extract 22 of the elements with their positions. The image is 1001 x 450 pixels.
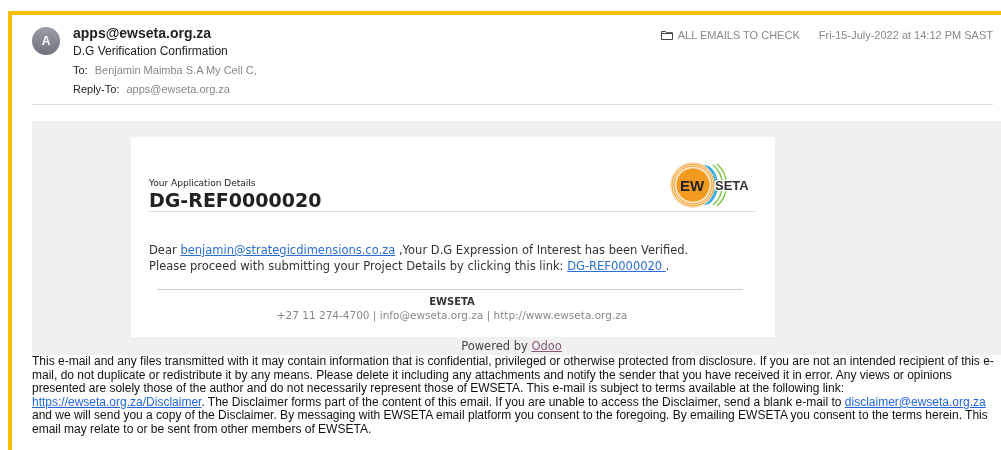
to-label: To: xyxy=(73,64,88,76)
message-text: Dear benjamin@strategicdimensions.co.za ,Your D.G Expression of Interest has been Verified. Please proceed with submitting your Project Details by clicking this link: DG-REF0000020 . xyxy=(149,242,690,274)
reference-link[interactable]: DG-REF0000020 xyxy=(567,259,666,273)
disclaimer-text: This e-mail and any files transmitted with it may contain information that is confidential, privileged or otherwise protected from disclosure. If you are not an intended recipient of this e-mail, do not duplicate or redistribute it by any means. Please delete it including any attachments and notify the sender that you have received it in error. Any views or opinions presented are solely those of the author and do not necessarily represent those of EWSETA. This e-mail is subject to terms available at the following link: https://ewseta.org.za/Disclaimer. The Disclaimer forms part of the content of this email. If you are unable to access the Disclaimer, send a blank e-mail to disclaimer@ewseta.org.za and we will send you a copy of the Disclaimer. By messaging with EWSETA email platform you consent to the foregoing. By emailing EWSETA you consent to the terms herein. This email may relate to or be sent from other members of EWSETA. xyxy=(32,355,995,437)
disclaimer-link[interactable]: https://ewseta.org.za/Disclaimer xyxy=(32,394,202,409)
powered-by-text: Powered by Odoo xyxy=(461,339,562,353)
disclaimer-link[interactable]: disclaimer@ewseta.org.za xyxy=(844,394,986,409)
reply-to-label: Reply-To: xyxy=(73,83,120,95)
reference-number: DG-REF0000020 xyxy=(149,189,322,211)
sender: apps@ewseta.org.za xyxy=(73,24,213,42)
recipient: Benjamin Maimba S.A My Cell C, xyxy=(94,64,257,76)
contact-details: +27 11 274-4700 | info@ewseta.org.za | http://www.ewseta.org.za xyxy=(275,309,629,321)
folder-icon xyxy=(660,30,673,40)
subject: D.G Verification Confirmation xyxy=(73,43,229,60)
avatar: A xyxy=(32,27,60,55)
reply-to-address: apps@ewseta.org.za xyxy=(126,83,230,95)
date: Fri-15-July-2022 at 14:12 PM SAST xyxy=(818,29,993,41)
folder-name[interactable]: ALL EMAILS TO CHECK xyxy=(677,29,800,41)
email-link[interactable]: benjamin@strategicdimensions.co.za xyxy=(180,243,396,257)
kicker: Your Application Details xyxy=(149,178,257,188)
company-name: EWSETA xyxy=(428,296,476,307)
odoo-link[interactable]: Odoo xyxy=(531,339,562,353)
